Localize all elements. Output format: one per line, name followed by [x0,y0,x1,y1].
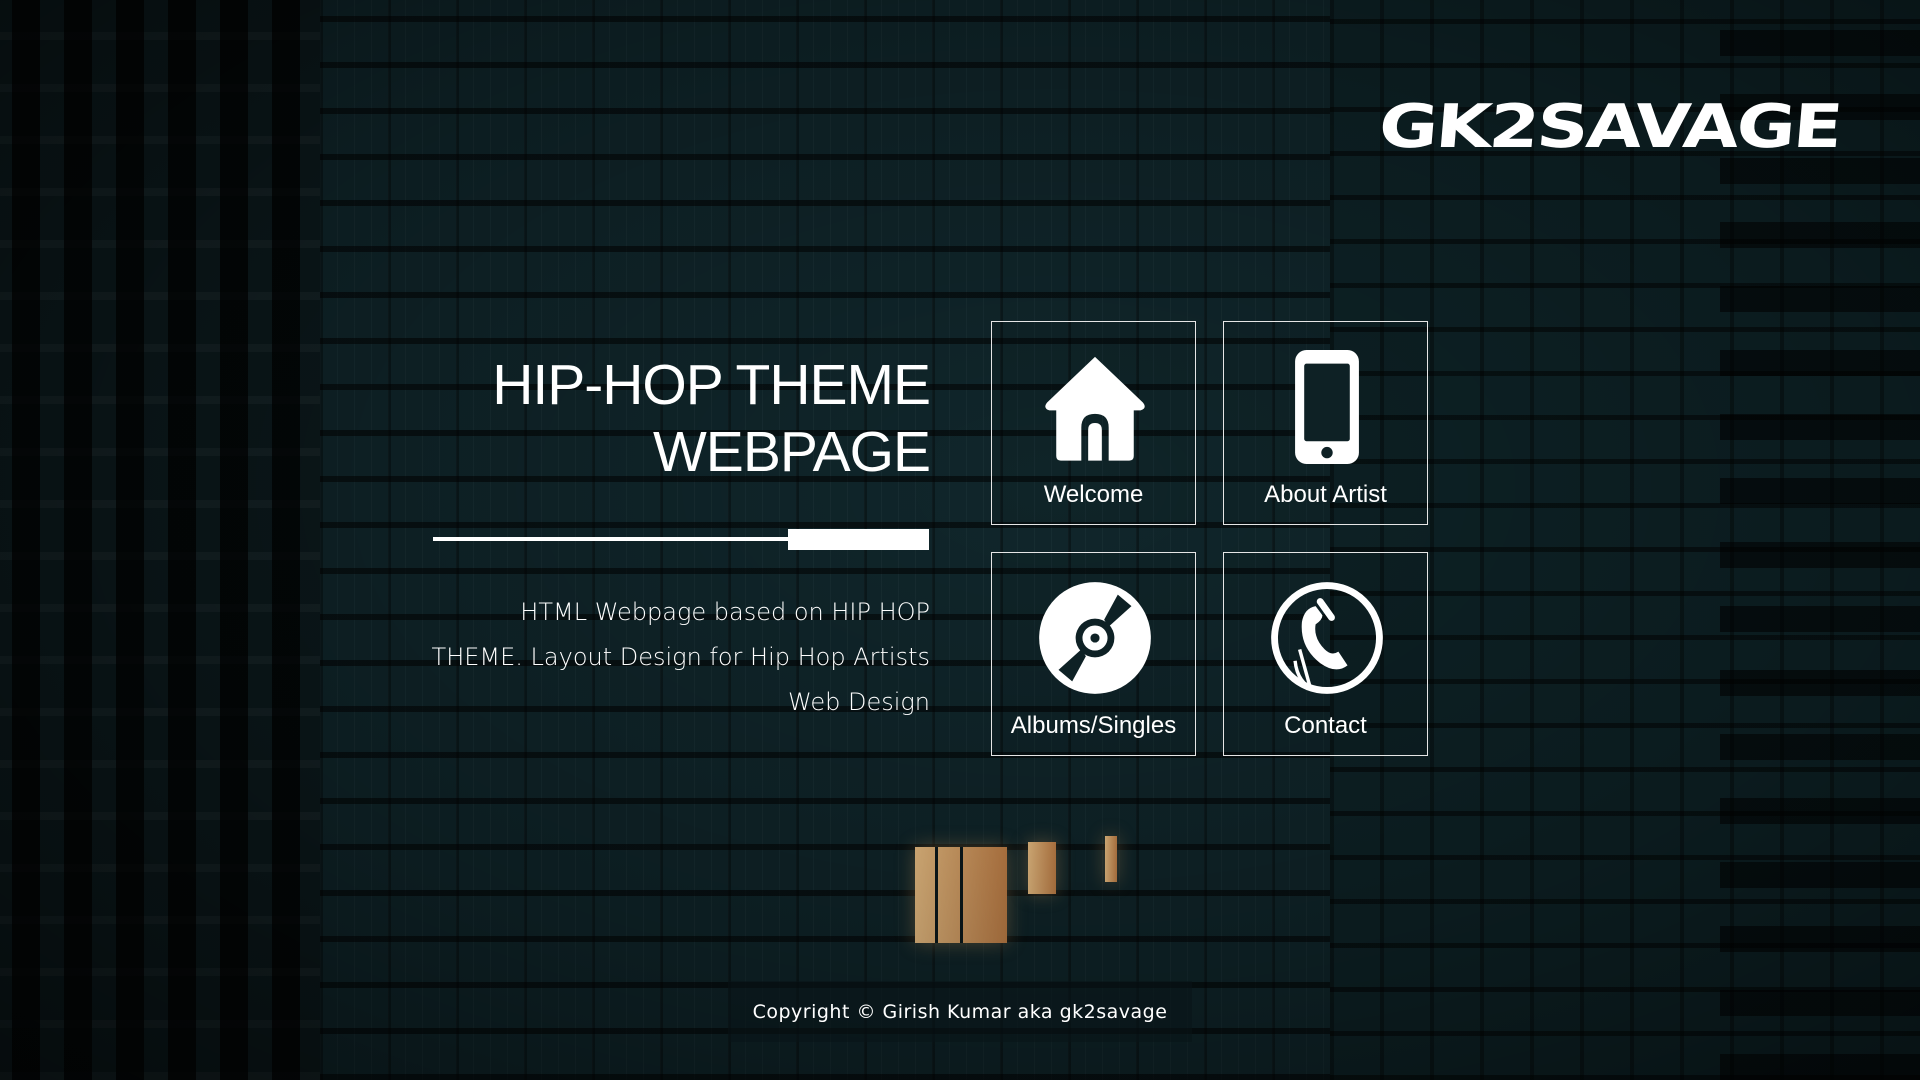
contact-tile-button[interactable]: Contact [1223,552,1428,756]
smartphone-icon [1295,350,1359,464]
description-line: Web Design [788,688,930,716]
background-building-photo [0,0,1920,1080]
description-line: HTML Webpage based on HIP HOP [520,598,930,626]
about-artist-tile-button[interactable]: About Artist [1223,321,1428,525]
albums-singles-tile-button[interactable]: Albums/Singles [991,552,1196,756]
title-divider-accent [788,529,929,550]
page-title-line: HIP-HOP THEME [492,353,931,417]
tile-label: Welcome [1043,481,1144,508]
tile-label: Contact [1284,712,1367,739]
home-icon [1045,356,1145,461]
tile-label: About Artist [1264,481,1387,508]
welcome-tile-button[interactable]: Welcome [991,321,1196,525]
description-line: THEME. Layout Design for Hip Hop Artists [431,643,930,671]
page-title: HIP-HOP THEME WEBPAGE [420,352,931,486]
footer-copyright: Copyright © Girish Kumar aka gk2savage [728,981,1192,1042]
page-title-line: WEBPAGE [653,420,931,484]
background-vignette [0,0,1920,1080]
page-description: HTML Webpage based on HIP HOP THEME. Lay… [420,590,930,725]
tile-label: Albums/Singles [1010,712,1177,739]
phone-handset-icon [1271,582,1383,694]
vinyl-record-icon [1039,582,1151,694]
brand-logo[interactable]: GK2SAVAGE [1376,92,1843,162]
